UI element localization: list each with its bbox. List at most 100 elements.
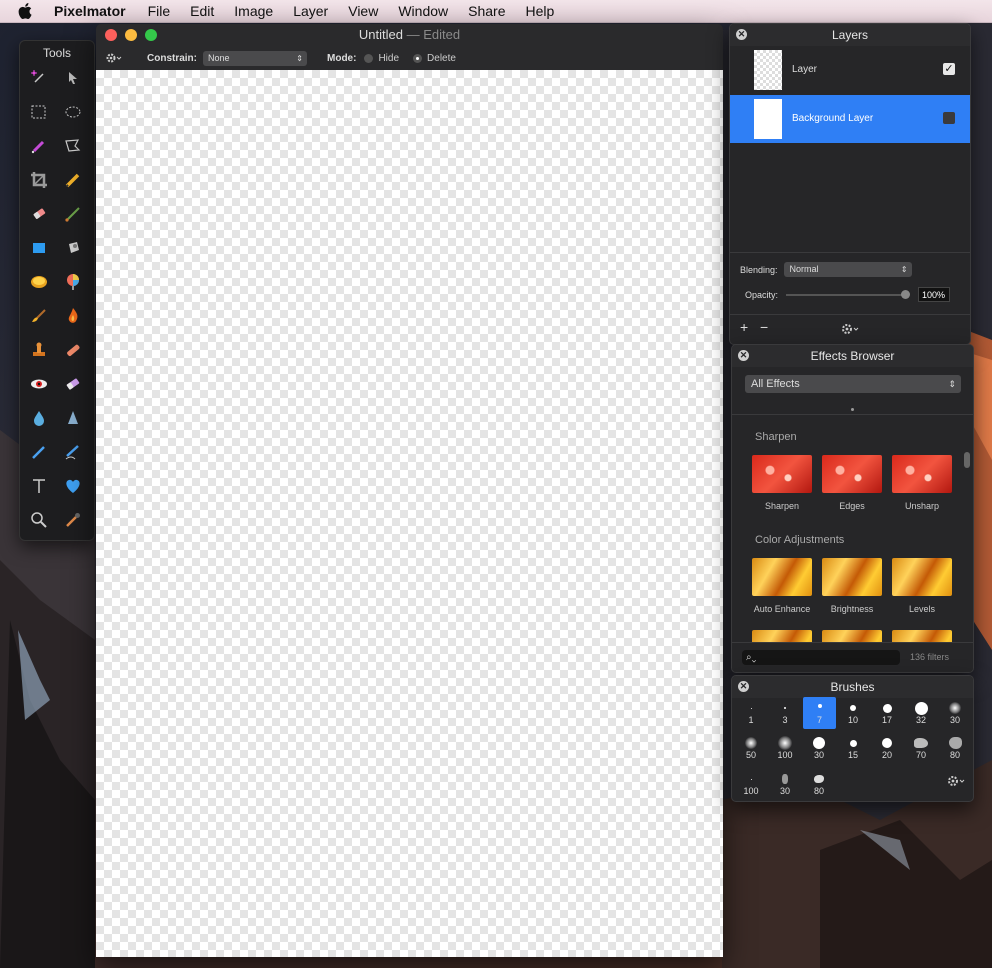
effect-sharpen[interactable]: Sharpen xyxy=(751,455,813,511)
brush-tip-icon xyxy=(948,737,962,749)
brush-preset[interactable]: 50 xyxy=(736,736,766,760)
smudge-icon[interactable] xyxy=(24,301,54,331)
brush-preset[interactable]: 100 xyxy=(736,772,766,796)
menu-window[interactable]: Window xyxy=(398,3,448,19)
close-icon[interactable]: ✕ xyxy=(736,29,747,40)
brush-preset[interactable]: 30 xyxy=(770,772,800,796)
brush-size-label: 100 xyxy=(743,786,759,796)
brush-preset-selected[interactable]: 7 xyxy=(803,697,836,729)
brush-preset[interactable]: 3 xyxy=(770,701,800,725)
mode-hide-radio[interactable] xyxy=(364,53,374,63)
cone-icon[interactable] xyxy=(58,403,88,433)
stamp-icon[interactable] xyxy=(24,335,54,365)
brush-size-label: 70 xyxy=(915,750,926,760)
menu-edit[interactable]: Edit xyxy=(190,3,214,19)
freeform-pen-icon[interactable] xyxy=(58,437,88,467)
bandage-icon[interactable] xyxy=(58,335,88,365)
menu-app-name[interactable]: Pixelmator xyxy=(54,3,126,19)
brush-preset[interactable]: 15 xyxy=(838,736,868,760)
close-icon[interactable]: ✕ xyxy=(738,350,749,361)
menu-layer[interactable]: Layer xyxy=(293,3,328,19)
effect-brightness[interactable]: Brightness xyxy=(821,558,883,614)
brush-preset[interactable]: 17 xyxy=(872,701,902,725)
menu-share[interactable]: Share xyxy=(468,3,505,19)
brush-preset[interactable]: 70 xyxy=(906,736,936,760)
effects-search-field[interactable]: ⌕⌄ xyxy=(742,650,900,665)
menu-view[interactable]: View xyxy=(348,3,378,19)
red-eye-icon[interactable] xyxy=(24,369,54,399)
blending-select[interactable]: Normal ⇕ xyxy=(783,262,912,277)
opacity-field[interactable]: 100% xyxy=(918,287,951,302)
layer-visibility-checkbox[interactable]: ✓ xyxy=(943,63,955,75)
quick-select-icon[interactable] xyxy=(24,131,54,161)
burn-icon[interactable] xyxy=(58,301,88,331)
shape-icon[interactable] xyxy=(24,233,54,263)
drop-icon[interactable] xyxy=(24,403,54,433)
tool-options-gear-button[interactable] xyxy=(105,52,127,64)
add-layer-button[interactable]: + xyxy=(740,319,748,335)
effects-category-select[interactable]: All Effects ⇕ xyxy=(745,375,961,393)
brush-preset[interactable]: 100 xyxy=(770,736,800,760)
mode-delete-radio[interactable] xyxy=(413,53,423,63)
brush-preset[interactable]: 30 xyxy=(940,701,970,725)
effect-edges[interactable]: Edges xyxy=(821,455,883,511)
brush-tip-icon xyxy=(784,707,786,709)
ellipse-select-icon[interactable] xyxy=(58,97,88,127)
eraser-icon[interactable] xyxy=(24,199,54,229)
effect-thumbnail xyxy=(752,630,812,642)
effect-thumbnail xyxy=(822,455,882,493)
brush-preset[interactable]: 32 xyxy=(906,701,936,725)
effect-levels[interactable]: Levels xyxy=(891,558,953,614)
blending-value: Normal xyxy=(789,264,819,274)
resize-handle-icon[interactable] xyxy=(851,408,854,411)
menu-file[interactable]: File xyxy=(148,3,171,19)
effects-scrollbar[interactable] xyxy=(964,452,970,468)
opacity-slider[interactable] xyxy=(786,289,911,299)
bucket-icon[interactable] xyxy=(58,233,88,263)
remove-layer-button[interactable]: − xyxy=(760,319,768,335)
effect-auto-enhance[interactable]: Auto Enhance xyxy=(751,558,813,614)
constrain-select[interactable]: None ⇕ xyxy=(203,50,307,66)
pen-icon[interactable] xyxy=(24,437,54,467)
zoom-window-button[interactable] xyxy=(145,29,157,41)
menu-image[interactable]: Image xyxy=(234,3,273,19)
brush-preset[interactable]: 1 xyxy=(736,701,766,725)
menu-help[interactable]: Help xyxy=(525,3,554,19)
zoom-icon[interactable] xyxy=(24,505,54,535)
effect-unsharp[interactable]: Unsharp xyxy=(891,455,953,511)
effect-partial-row xyxy=(892,630,952,642)
type-icon[interactable] xyxy=(24,471,54,501)
brush-preset[interactable]: 80 xyxy=(940,736,970,760)
eraser2-icon[interactable] xyxy=(58,369,88,399)
brush-preset[interactable]: 20 xyxy=(872,736,902,760)
layer-row[interactable]: Layer ✓ xyxy=(730,46,970,94)
layer-row-selected[interactable]: Background Layer xyxy=(730,95,970,143)
brush-preset[interactable]: 30 xyxy=(804,736,834,760)
layer-options-gear-button[interactable] xyxy=(840,322,862,339)
minimize-window-button[interactable] xyxy=(125,29,137,41)
apple-icon[interactable] xyxy=(18,0,36,22)
heart-icon[interactable] xyxy=(58,471,88,501)
close-icon[interactable]: ✕ xyxy=(738,681,749,692)
brush-size-label: 80 xyxy=(813,786,824,796)
eyedropper-icon[interactable] xyxy=(58,505,88,535)
rect-select-icon[interactable] xyxy=(24,97,54,127)
mode-hide-label: Hide xyxy=(378,52,400,64)
brushes-gear-button[interactable] xyxy=(946,774,968,793)
crop-icon[interactable] xyxy=(24,165,54,195)
brush-tip-icon xyxy=(849,739,857,747)
lasso-icon[interactable] xyxy=(58,131,88,161)
transparent-canvas[interactable] xyxy=(96,70,723,957)
opacity-slider-knob[interactable] xyxy=(901,289,911,299)
brush-preset[interactable]: 80 xyxy=(804,772,834,796)
search-icon: ⌕⌄ xyxy=(746,652,757,663)
layer-visibility-checkbox[interactable] xyxy=(943,112,955,124)
brush-preset[interactable]: 10 xyxy=(838,701,868,725)
gradient-icon[interactable] xyxy=(24,267,54,297)
brush-icon[interactable] xyxy=(58,199,88,229)
close-window-button[interactable] xyxy=(105,29,117,41)
color-picker-icon[interactable] xyxy=(58,267,88,297)
magic-wand-icon[interactable] xyxy=(24,63,54,93)
pencil-icon[interactable] xyxy=(58,165,88,195)
arrow-icon[interactable] xyxy=(58,63,88,93)
